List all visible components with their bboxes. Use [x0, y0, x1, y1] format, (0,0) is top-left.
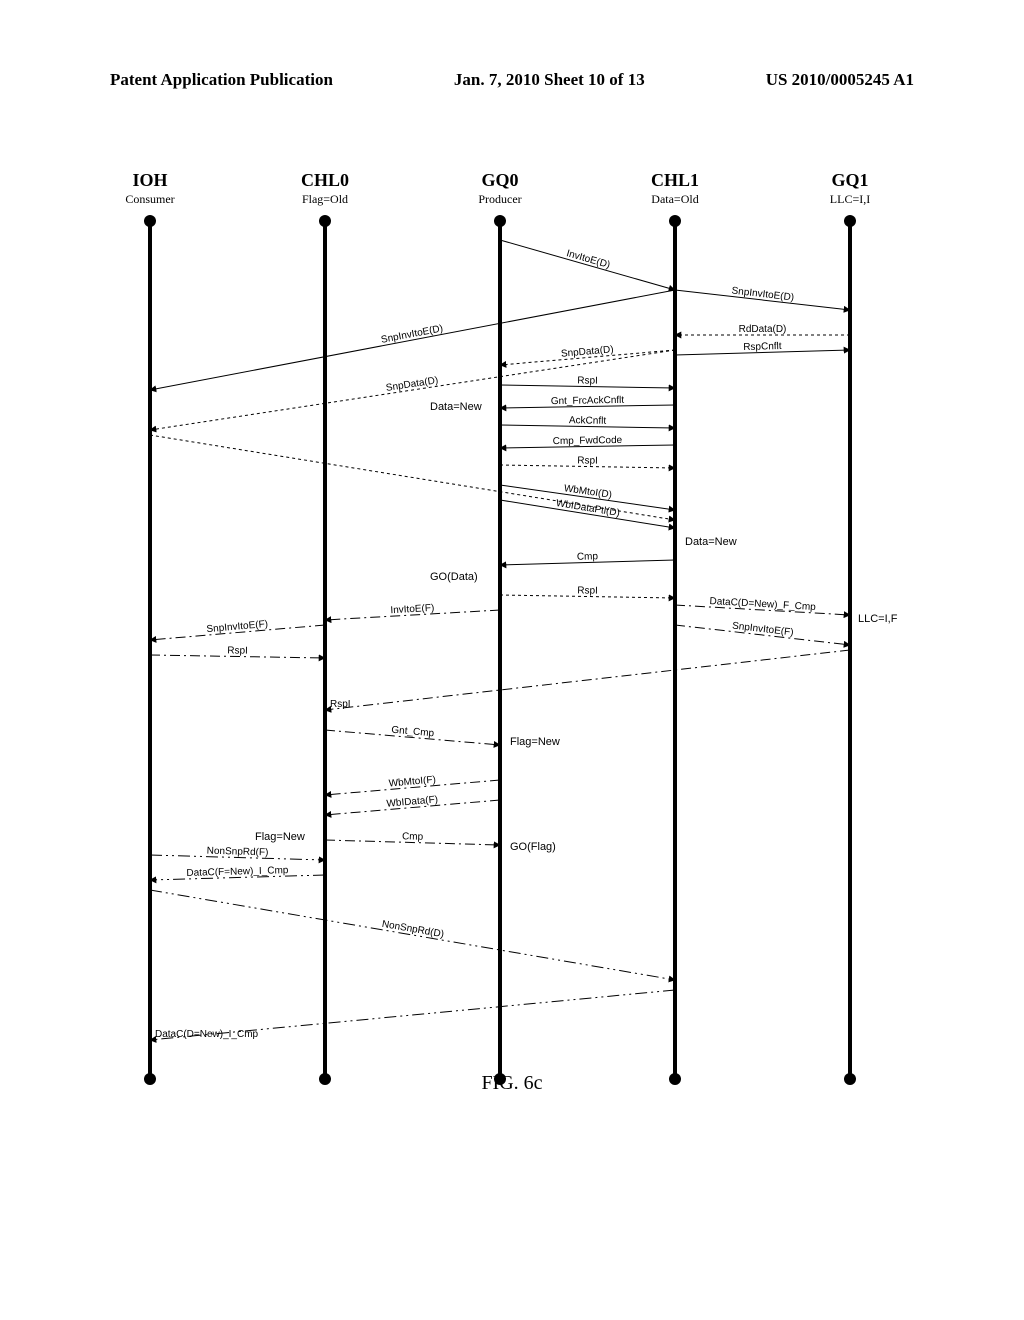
- lifeline-subtitle: Producer: [460, 192, 540, 207]
- message-label: RspI: [577, 585, 598, 596]
- message-label: Gnt_FrcAckCnflt: [551, 395, 625, 407]
- message-label: RspI: [577, 375, 598, 386]
- lifeline: [673, 220, 677, 1080]
- state-annotation: Flag=New: [255, 831, 305, 843]
- lifeline-cap: [494, 215, 506, 227]
- state-annotation: Data=New: [685, 536, 737, 548]
- message-label: NonSnpRd(F): [207, 846, 269, 859]
- message-label: WbMtoI(F): [388, 775, 436, 790]
- lifeline-subtitle: Data=Old: [635, 192, 715, 207]
- lifeline-subtitle: Flag=Old: [285, 192, 365, 207]
- message-label: Cmp_FwdCode: [553, 435, 623, 447]
- lifeline: [498, 220, 502, 1080]
- message-label: WbIData(F): [386, 794, 438, 809]
- lifeline-cap: [844, 215, 856, 227]
- state-annotation: GO(Flag): [510, 841, 556, 853]
- arrows-svg: InvItoE(D) SnpInvItoE(D) SnpInvItoE(D) RdDa…: [120, 210, 910, 1080]
- lifeline-header: IOH: [110, 170, 190, 191]
- lifeline-header: CHL1: [635, 170, 715, 191]
- message-label: SnpInvItoE(F): [732, 621, 795, 639]
- message-label: RspI: [330, 699, 351, 710]
- message-label: SnpData(D): [385, 375, 439, 394]
- lifeline-cap: [144, 215, 156, 227]
- message-label: SnpInvItoE(D): [380, 323, 444, 346]
- message-label: Cmp: [402, 831, 424, 843]
- lifeline: [148, 220, 152, 1080]
- lifeline-cap: [319, 215, 331, 227]
- message-arrow: [325, 650, 850, 710]
- message-label: Gnt_Cmp: [391, 725, 435, 740]
- lifeline-subtitle: Consumer: [110, 192, 190, 207]
- lifeline: [848, 220, 852, 1080]
- message-label: NonSnpRd(D): [381, 919, 445, 940]
- header-center: Jan. 7, 2010 Sheet 10 of 13: [454, 70, 645, 90]
- message-label: InvItoE(D): [565, 248, 611, 271]
- message-label: DataC(D=New)_I_Cmp: [155, 1029, 259, 1040]
- header-left: Patent Application Publication: [110, 70, 333, 90]
- header-right: US 2010/0005245 A1: [766, 70, 914, 90]
- state-annotation: GO(Data): [430, 571, 478, 583]
- message-label: RdData(D): [739, 324, 787, 335]
- lifeline-header: CHL0: [285, 170, 365, 191]
- message-label: RspI: [227, 645, 248, 656]
- message-label: InvItoE(F): [390, 603, 434, 616]
- lifeline-subtitle: LLC=I,I: [810, 192, 890, 207]
- lifeline-header: GQ1: [810, 170, 890, 191]
- message-label: RspCnflt: [743, 341, 782, 353]
- state-annotation: Flag=New: [510, 736, 560, 748]
- sequence-diagram: InvItoE(D) SnpInvItoE(D) SnpInvItoE(D) RdDa…: [120, 210, 910, 1080]
- message-label: SnpData(D): [561, 344, 615, 359]
- message-label: RspI: [577, 455, 598, 466]
- lifeline-cap: [669, 215, 681, 227]
- state-annotation: LLC=I,F: [858, 613, 898, 625]
- lifeline: [323, 220, 327, 1080]
- state-annotation: Data=New: [430, 401, 482, 413]
- message-label: Cmp: [577, 551, 599, 563]
- message-label: SnpInvItoE(D): [731, 285, 795, 303]
- figure-caption: FIG. 6c: [0, 1072, 1024, 1095]
- message-label: WbMtoI(D): [563, 483, 612, 501]
- message-label: AckCnflt: [569, 415, 607, 427]
- lifeline-header: GQ0: [460, 170, 540, 191]
